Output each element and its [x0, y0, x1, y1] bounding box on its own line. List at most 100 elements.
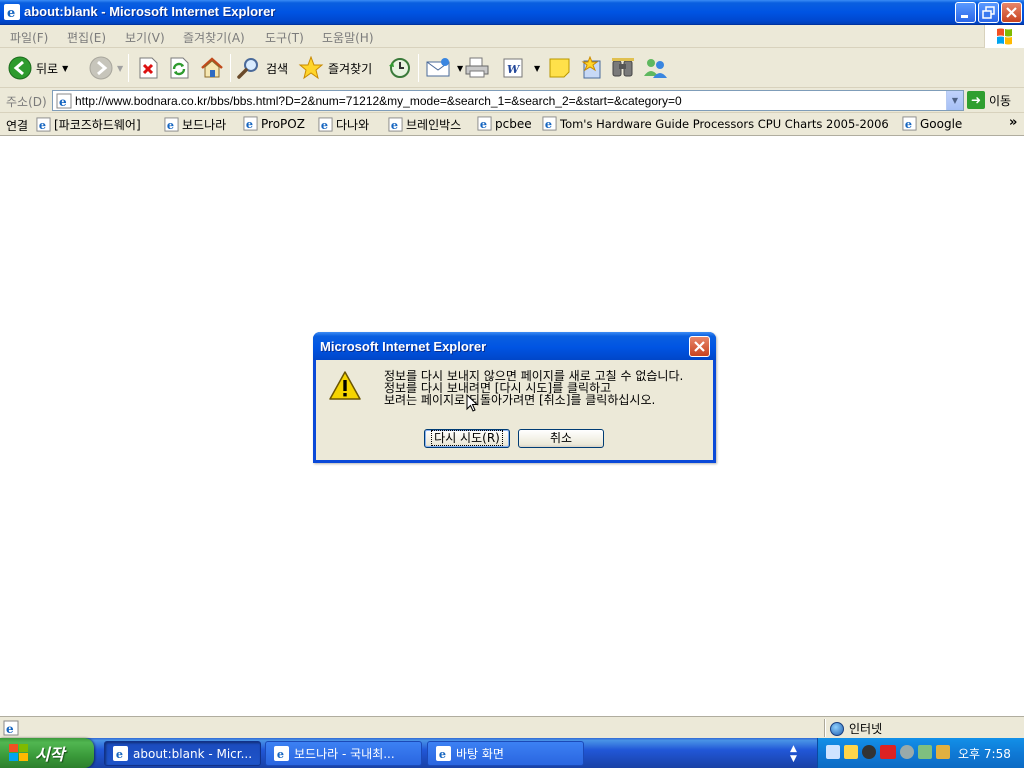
svg-text:e: e — [246, 117, 253, 131]
link-item[interactable]: e pcbee — [477, 116, 532, 131]
settings-gear-icon[interactable] — [900, 745, 914, 759]
taskbar-item-bodnara[interactable]: e 보드나라 - 국내최... — [265, 741, 422, 766]
mail-button[interactable]: ▼ — [425, 52, 463, 84]
link-item[interactable]: e 브레인박스 — [388, 116, 461, 133]
taskbar-item-label: 보드나라 - 국내최... — [294, 747, 395, 761]
taskbar-item-label: 바탕 화면 — [456, 747, 504, 761]
ie-logo-icon: e — [274, 746, 289, 761]
minimize-icon — [961, 15, 968, 18]
address-dropdown-button[interactable]: ▼ — [946, 91, 963, 110]
mouse-cursor-icon — [466, 394, 478, 412]
safely-remove-icon[interactable] — [918, 745, 932, 759]
address-url[interactable]: http://www.bodnara.co.kr/bbs/bbs.html?D=… — [75, 94, 682, 108]
menu-view[interactable]: 보기(V) — [125, 29, 165, 46]
media-button[interactable] — [610, 52, 636, 84]
link-label: 브레인박스 — [406, 118, 462, 132]
tray-scroll-arrows-icon[interactable]: ▲ ▼ — [790, 744, 797, 764]
go-arrow-icon: ➜ — [967, 91, 985, 109]
ie-page-icon: e — [243, 116, 258, 131]
stop-icon — [139, 57, 158, 79]
ie-logo-icon: e — [113, 746, 128, 761]
svg-text:e: e — [439, 747, 446, 761]
stop-button[interactable] — [137, 52, 159, 84]
back-dropdown-icon[interactable]: ▼ — [62, 64, 68, 73]
ati-icon[interactable] — [880, 745, 896, 759]
standard-toolbar: 뒤로 ▼ ▼ 검색 즐겨찾기 ▼ W ▼ — [0, 48, 1024, 88]
link-item[interactable]: e 다나와 — [318, 116, 369, 133]
discuss-button[interactable] — [548, 52, 572, 84]
address-bar: 주소(D) e http://www.bodnara.co.kr/bbs/bbs… — [0, 88, 1024, 113]
back-button[interactable]: 뒤로 ▼ — [8, 52, 68, 84]
link-item[interactable]: e [파코즈하드웨어] — [36, 116, 141, 133]
security-zone[interactable]: 인터넷 — [830, 720, 882, 737]
svg-text:e: e — [167, 118, 174, 132]
messenger-button[interactable] — [642, 52, 670, 84]
edit-dropdown-icon[interactable]: ▼ — [534, 64, 540, 73]
taskbar-item-desktop[interactable]: e 바탕 화면 — [427, 741, 584, 766]
network-icon[interactable] — [826, 745, 840, 759]
search-button[interactable]: 검색 — [236, 52, 288, 84]
print-button[interactable] — [463, 52, 491, 84]
binoculars-icon — [612, 58, 634, 77]
restore-button[interactable] — [978, 2, 999, 23]
mail-envelope-icon — [426, 58, 450, 77]
dialog-titlebar[interactable]: Microsoft Internet Explorer — [313, 332, 716, 360]
links-overflow-chevron-icon[interactable]: » — [1009, 115, 1017, 130]
ie-page-icon: e — [318, 117, 333, 132]
home-icon — [201, 57, 223, 78]
printer-icon — [465, 57, 489, 78]
start-button[interactable]: 시작 — [0, 738, 94, 768]
svg-text:e: e — [277, 747, 284, 761]
link-label: 보드나라 — [182, 118, 227, 132]
taskbar-item-ie-blank[interactable]: e about:blank - Micr... — [104, 741, 261, 766]
restore-icon — [982, 6, 995, 19]
dialog-message: 정보를 다시 보내지 않으면 페이지를 새로 고칠 수 없습니다. 정보를 다시… — [384, 370, 683, 406]
link-label: ProPOZ — [261, 116, 305, 131]
link-label: pcbee — [495, 116, 532, 131]
research-star-book-icon — [581, 56, 601, 79]
minimize-button[interactable] — [955, 2, 976, 23]
link-item[interactable]: e Google — [902, 116, 962, 131]
svg-text:e: e — [7, 6, 15, 20]
research-button[interactable] — [580, 52, 604, 84]
menu-file[interactable]: 파일(F) — [10, 29, 48, 46]
search-label: 검색 — [266, 61, 289, 76]
menu-favorites[interactable]: 즐겨찾기(A) — [183, 29, 245, 46]
menu-edit[interactable]: 편집(E) — [67, 29, 106, 46]
forward-button[interactable]: ▼ — [89, 52, 123, 84]
ie-page-icon: e — [164, 117, 179, 132]
back-label: 뒤로 — [36, 61, 59, 76]
note-icon — [549, 58, 570, 78]
edit-button[interactable]: W ▼ — [502, 52, 540, 84]
menu-bar: 파일(F) 편집(E) 보기(V) 즐겨찾기(A) 도구(T) 도움말(H) — [0, 25, 1024, 48]
refresh-button[interactable] — [168, 52, 190, 84]
go-button[interactable]: ➜ 이동 — [967, 91, 1011, 109]
menu-help[interactable]: 도움말(H) — [322, 29, 374, 46]
close-icon — [694, 341, 705, 352]
internet-globe-icon — [830, 721, 844, 736]
dialog-close-button[interactable] — [689, 336, 710, 357]
favorites-button[interactable]: 즐겨찾기 — [298, 52, 372, 84]
svg-text:e: e — [39, 118, 46, 132]
link-label: 다나와 — [336, 118, 370, 132]
close-button[interactable] — [1001, 2, 1022, 23]
volume-icon[interactable] — [862, 745, 876, 759]
ie-page-icon: e — [56, 93, 72, 109]
link-item[interactable]: e ProPOZ — [243, 116, 305, 131]
monitor-icon[interactable] — [844, 745, 858, 759]
ie-page-icon: e — [388, 117, 403, 132]
link-item[interactable]: e 보드나라 — [164, 116, 226, 133]
utility-icon[interactable] — [936, 745, 950, 759]
link-item[interactable]: e Tom's Hardware Guide Processors CPU Ch… — [542, 116, 889, 131]
windows-flag-icon — [9, 744, 29, 762]
history-button[interactable] — [386, 52, 412, 84]
menu-tools[interactable]: 도구(T) — [265, 29, 304, 46]
forward-dropdown-icon[interactable]: ▼ — [117, 64, 123, 73]
window-titlebar[interactable]: e about:blank - Microsoft Internet Explo… — [0, 0, 1024, 25]
retry-button[interactable]: 다시 시도(R) — [424, 429, 510, 448]
home-button[interactable] — [199, 52, 225, 84]
back-arrow-icon — [8, 56, 32, 80]
address-combobox[interactable]: e http://www.bodnara.co.kr/bbs/bbs.html?… — [52, 90, 964, 111]
cancel-button[interactable]: 취소 — [518, 429, 604, 448]
address-label: 주소(D) — [6, 95, 47, 109]
